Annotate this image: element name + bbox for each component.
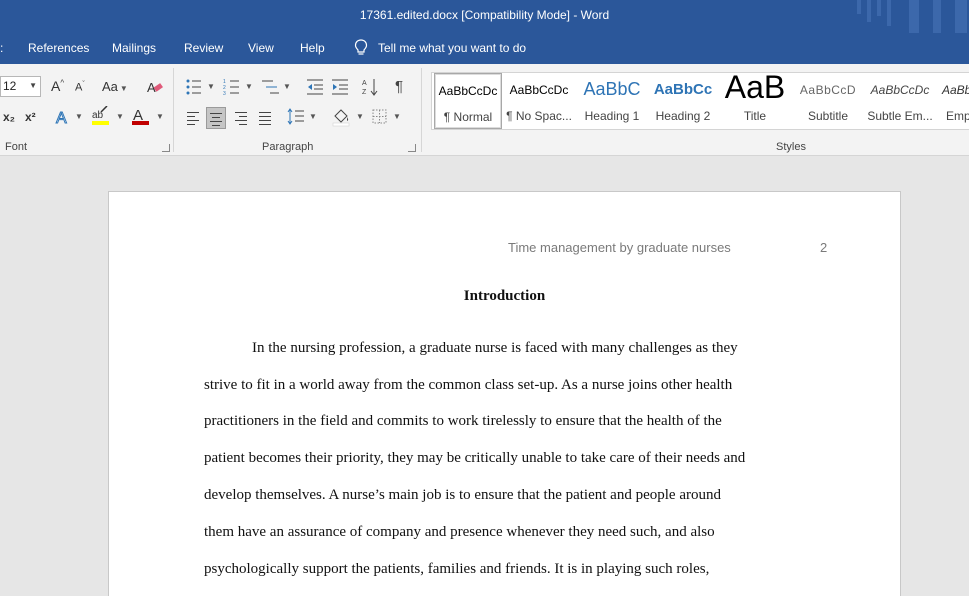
- clear-formatting-icon[interactable]: A: [146, 78, 164, 96]
- document-canvas[interactable]: Time management by graduate nurses 2 Int…: [0, 157, 969, 596]
- tab-view[interactable]: View: [248, 41, 274, 55]
- title-bar: 17361.edited.docx [Compatibility Mode] -…: [0, 0, 969, 33]
- group-separator: [173, 68, 174, 152]
- body-text-line: practitioners in the field and commits t…: [204, 413, 722, 429]
- svg-text:▼: ▼: [116, 112, 124, 121]
- style-subtitle[interactable]: AaBbCcD Subtitle: [794, 73, 862, 129]
- svg-text:▼: ▼: [309, 112, 317, 121]
- text-effects-icon[interactable]: A ▼: [55, 108, 85, 127]
- font-dialog-launcher[interactable]: [162, 144, 170, 152]
- borders-icon[interactable]: ▼: [371, 108, 403, 126]
- style-normal[interactable]: AaBbCcDc ¶ Normal: [434, 73, 502, 129]
- style-emphasis[interactable]: AaBbC Emp: [938, 73, 969, 129]
- window-title: 17361.edited.docx [Compatibility Mode] -…: [359, 8, 610, 22]
- paragraph-dialog-launcher[interactable]: [408, 144, 416, 152]
- ribbon: 12 ▼ A^ Aˇ Aa ▼ A x₂ x² A ▼ ab ▼ A ▼ Font…: [0, 64, 969, 156]
- tab-help[interactable]: Help: [300, 41, 325, 55]
- svg-text:▼: ▼: [245, 82, 253, 91]
- paragraph-group-label: Paragraph: [262, 141, 314, 153]
- body-text-line: psychologically support the patients, fa…: [204, 561, 710, 577]
- increase-indent-icon[interactable]: [331, 78, 349, 96]
- ribbon-tabs: : References Mailings Review View Help T…: [0, 33, 969, 64]
- svg-text:▼: ▼: [356, 112, 364, 121]
- superscript-button[interactable]: x²: [25, 110, 36, 124]
- line-spacing-icon[interactable]: ▼: [287, 108, 319, 126]
- shading-icon[interactable]: ▼: [331, 106, 365, 128]
- running-header: Time management by graduate nurses: [508, 240, 731, 255]
- svg-text:▼: ▼: [283, 82, 291, 91]
- styles-gallery: AaBbCcDc ¶ Normal AaBbCcDc ¶ No Spac... …: [431, 72, 969, 130]
- bullets-icon[interactable]: ▼: [185, 78, 217, 96]
- tab-mailings[interactable]: Mailings: [112, 41, 156, 55]
- group-separator: [421, 68, 422, 152]
- page-number: 2: [820, 240, 828, 255]
- show-formatting-marks-icon[interactable]: ¶: [395, 78, 403, 95]
- body-text-line: strive to fit in a world away from the c…: [204, 377, 733, 393]
- lightbulb-icon: [354, 39, 368, 55]
- highlight-icon[interactable]: ab ▼: [91, 106, 125, 128]
- align-left-button[interactable]: [183, 107, 203, 129]
- styles-group-label: Styles: [776, 141, 806, 153]
- font-color-icon[interactable]: A ▼: [131, 106, 165, 128]
- body-text-line: them have an assurance of company and pr…: [204, 524, 715, 540]
- section-heading: Introduction: [463, 288, 546, 304]
- align-right-button[interactable]: [231, 107, 251, 129]
- tell-me-label: Tell me what you want to do: [378, 41, 527, 55]
- svg-text:A: A: [362, 80, 367, 87]
- tell-me-box[interactable]: Tell me what you want to do: [354, 39, 526, 57]
- chevron-down-icon: ▼: [29, 81, 37, 90]
- svg-text:A: A: [56, 110, 67, 126]
- svg-text:▼: ▼: [207, 82, 215, 91]
- svg-text:▼: ▼: [393, 112, 401, 121]
- tab-overflow[interactable]: :: [0, 41, 3, 55]
- decrease-indent-icon[interactable]: [306, 78, 324, 96]
- style-no-spacing[interactable]: AaBbCcDc ¶ No Spac...: [504, 73, 574, 129]
- svg-text:Z: Z: [362, 89, 367, 96]
- change-case-button[interactable]: Aa ▼: [102, 79, 128, 94]
- svg-text:▼: ▼: [156, 112, 164, 121]
- numbering-icon[interactable]: 1 2 3 ▼: [223, 78, 255, 96]
- align-center-button[interactable]: [206, 107, 226, 129]
- svg-text:▼: ▼: [75, 112, 83, 121]
- style-title[interactable]: AaB Title: [720, 73, 790, 129]
- font-size-value: 12: [3, 79, 17, 93]
- style-heading-1[interactable]: AaBbC Heading 1: [577, 73, 647, 129]
- style-heading-2[interactable]: AaBbCc Heading 2: [648, 73, 718, 129]
- body-text-line: develop themselves. A nurse’s main job i…: [204, 487, 721, 503]
- tab-review[interactable]: Review: [184, 41, 223, 55]
- body-text-line: patient becomes their priority, they may…: [204, 450, 746, 466]
- title-bar-decoration: [849, 0, 969, 33]
- shrink-font-button[interactable]: Aˇ: [75, 81, 85, 94]
- body-text-line: In the nursing profession, a graduate nu…: [252, 340, 738, 356]
- style-subtle-emphasis[interactable]: AaBbCcDc Subtle Em...: [864, 73, 936, 129]
- svg-text:3: 3: [223, 91, 226, 96]
- subscript-button[interactable]: x₂: [3, 110, 15, 124]
- grow-font-button[interactable]: A^: [51, 78, 64, 94]
- font-size-box[interactable]: 12 ▼: [0, 76, 41, 97]
- sort-icon[interactable]: AZ: [362, 77, 380, 97]
- font-group-label: Font: [5, 141, 28, 153]
- tab-references[interactable]: References: [28, 41, 89, 55]
- multilevel-list-icon[interactable]: ▼: [261, 78, 293, 96]
- document-page[interactable]: Time management by graduate nurses 2 Int…: [108, 191, 901, 596]
- justify-button[interactable]: [255, 107, 275, 129]
